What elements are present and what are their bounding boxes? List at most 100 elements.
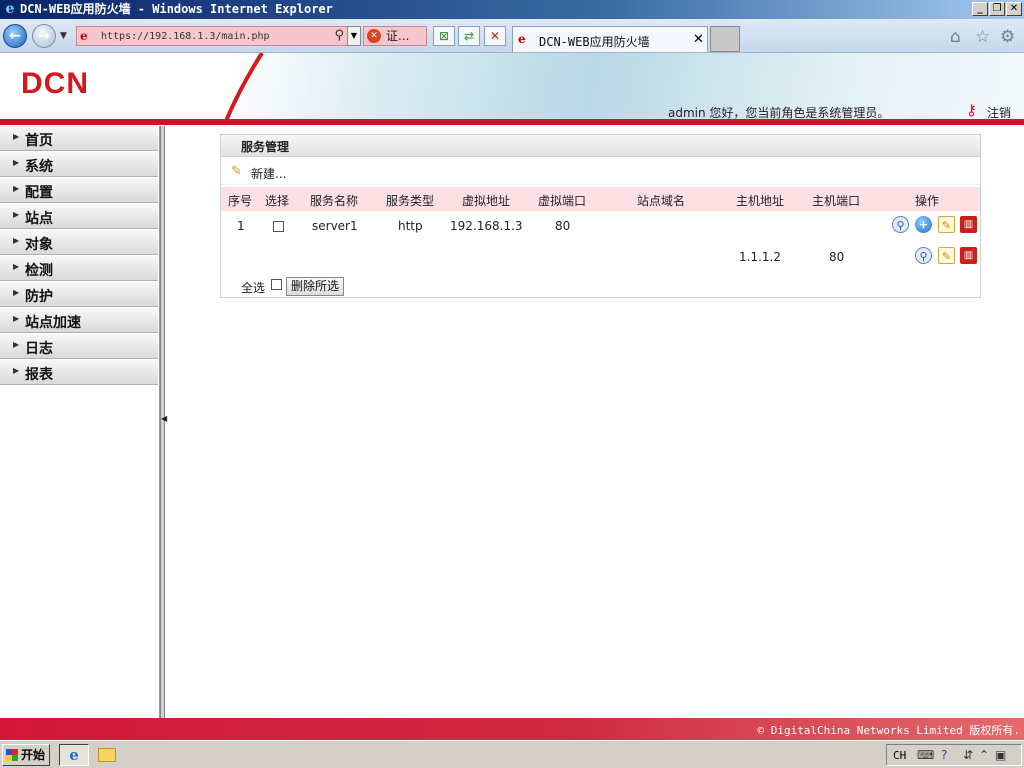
sidebar-item-home[interactable]: ▶ 首页: [0, 126, 158, 151]
chevron-right-icon: ▶: [13, 262, 20, 271]
chevron-right-icon: ▶: [13, 184, 20, 193]
sidebar-item-object[interactable]: ▶ 对象: [0, 230, 158, 255]
view-icon[interactable]: ⚲: [892, 216, 909, 233]
tray-options-icon[interactable]: ⇵: [963, 748, 973, 762]
back-button[interactable]: ←: [3, 24, 27, 48]
sidebar-item-config[interactable]: ▶ 配置: [0, 178, 158, 203]
row-select-checkbox[interactable]: [273, 221, 284, 232]
select-all-label: 全选: [241, 281, 266, 295]
cert-error-icon: ✕: [367, 29, 381, 43]
folder-icon[interactable]: [98, 748, 116, 762]
chevron-right-icon: ▶: [13, 288, 20, 297]
header-divider: [0, 119, 1024, 125]
sidebar-item-label: 首页: [25, 133, 53, 149]
new-tab-button[interactable]: [710, 26, 740, 52]
help-icon[interactable]: ?: [941, 748, 947, 762]
sidebar-item-site[interactable]: ▶ 站点: [0, 204, 158, 229]
virtual-port: 80: [555, 219, 571, 233]
add-icon[interactable]: +: [915, 216, 932, 233]
start-button[interactable]: 开始: [2, 744, 50, 766]
sidebar-item-label: 站点: [25, 211, 53, 227]
edit-icon[interactable]: ✎: [938, 216, 955, 233]
service-name: server1: [312, 219, 358, 233]
stop-button[interactable]: ✕: [484, 26, 506, 46]
key-icon[interactable]: ⚷: [966, 101, 977, 119]
host-address: 1.1.1.2: [739, 250, 781, 264]
column-header: 主机地址: [736, 194, 785, 208]
url-text: https://192.168.1.3/main.php: [101, 31, 270, 42]
recent-pages-dropdown-icon[interactable]: ▼: [60, 31, 67, 41]
address-dropdown-button[interactable]: ▼: [347, 26, 361, 46]
delete-icon[interactable]: ▥: [960, 216, 977, 233]
sidebar-item-site-acceleration[interactable]: ▶ 站点加速: [0, 308, 158, 333]
sidebar-item-label: 配置: [25, 185, 53, 201]
tab-close-button[interactable]: ✕: [693, 32, 704, 47]
select-all-checkbox[interactable]: [271, 279, 282, 290]
ie-logo-icon: e: [5, 1, 15, 17]
minimize-button[interactable]: _: [972, 2, 988, 16]
certificate-error-button[interactable]: ✕ 证...: [363, 26, 427, 46]
maximize-button[interactable]: ❐: [989, 2, 1005, 16]
dcn-logo: DCN: [21, 67, 89, 100]
browser-nav-bar: ← → ▼ e https://192.168.1.3/main.php ⚲ ▼…: [0, 19, 1024, 53]
ie-taskbar-icon[interactable]: e: [59, 744, 89, 766]
address-bar[interactable]: e https://192.168.1.3/main.php ⚲: [76, 26, 348, 46]
sidebar: ▶ 首页 ▶ 系统 ▶ 配置 ▶ 站点 ▶ 对象 ▶ 检测 ▶ 防护 ▶ 站点加…: [0, 126, 160, 718]
show-hidden-icons-icon[interactable]: ⌃: [979, 748, 989, 762]
sidebar-item-logs[interactable]: ▶ 日志: [0, 334, 158, 359]
service-management-panel: 服务管理 ✎ 新建... 序号 选择 服务名称 服务类型 虚拟地址 虚拟端口 站…: [220, 134, 981, 298]
input-language[interactable]: CH: [893, 749, 906, 762]
chevron-right-icon: ▶: [13, 210, 20, 219]
sidebar-item-label: 检测: [25, 263, 53, 279]
windows-logo-icon: [6, 749, 18, 761]
sidebar-item-label: 站点加速: [25, 315, 81, 331]
sidebar-item-label: 日志: [25, 341, 53, 357]
new-icon: ✎: [231, 164, 242, 179]
host-port: 80: [829, 250, 845, 264]
new-service-link[interactable]: 新建...: [251, 165, 286, 182]
tools-gear-icon[interactable]: ⚙: [1000, 27, 1015, 47]
sidebar-item-protection[interactable]: ▶ 防护: [0, 282, 158, 307]
home-icon[interactable]: ⌂: [950, 27, 961, 47]
sidebar-item-reports[interactable]: ▶ 报表: [0, 360, 158, 385]
column-header: 虚拟端口: [538, 194, 587, 208]
virtual-address: 192.168.1.3: [450, 219, 523, 233]
delete-selected-button[interactable]: 删除所选: [286, 277, 344, 296]
column-header: 服务名称: [310, 194, 359, 208]
system-tray: CH ⌨ ? ⇵ ⌃ ▣: [886, 744, 1022, 766]
close-window-button[interactable]: ✕: [1006, 2, 1022, 16]
favorites-star-icon[interactable]: ☆: [975, 27, 990, 47]
tab-site-icon: e: [518, 32, 526, 46]
column-header: 序号: [228, 194, 253, 208]
copyright-text: © DigitalChina Networks Limited 版权所有.: [757, 724, 1020, 737]
sidebar-item-label: 对象: [25, 237, 53, 253]
sidebar-item-detection[interactable]: ▶ 检测: [0, 256, 158, 281]
view-icon[interactable]: ⚲: [915, 247, 932, 264]
site-icon: e: [80, 29, 88, 43]
row-index: 1: [237, 219, 245, 233]
table-header: 序号 选择 服务名称 服务类型 虚拟地址 虚拟端口 站点域名 主机地址 主机端口…: [221, 187, 980, 211]
edit-icon[interactable]: ✎: [938, 247, 955, 264]
sidebar-item-label: 报表: [25, 367, 53, 383]
column-header: 操作: [915, 194, 940, 208]
tab-title: DCN-WEB应用防火墙: [539, 35, 650, 49]
chevron-right-icon: ▶: [13, 132, 20, 141]
keyboard-icon[interactable]: ⌨: [917, 748, 934, 762]
sidebar-item-system[interactable]: ▶ 系统: [0, 152, 158, 177]
service-type: http: [398, 219, 423, 233]
search-icon[interactable]: ⚲: [334, 28, 344, 43]
sidebar-splitter[interactable]: ◀: [160, 126, 167, 718]
delete-icon[interactable]: ▥: [960, 247, 977, 264]
refresh-button[interactable]: ⇄: [458, 26, 480, 46]
sidebar-item-label: 防护: [25, 289, 53, 305]
panel-header: 服务管理: [221, 135, 980, 157]
network-icon[interactable]: ▣: [995, 748, 1006, 762]
forward-button[interactable]: →: [32, 24, 56, 48]
chevron-right-icon: ▶: [13, 340, 20, 349]
collapse-arrow-icon[interactable]: ◀: [161, 414, 167, 423]
compatibility-view-button[interactable]: ⊠: [433, 26, 455, 46]
column-header: 服务类型: [386, 194, 435, 208]
tab-dcn-waf[interactable]: e DCN-WEB应用防火墙 ✕: [512, 26, 708, 52]
page-footer: © DigitalChina Networks Limited 版权所有.: [0, 718, 1024, 740]
column-header: 虚拟地址: [462, 194, 511, 208]
